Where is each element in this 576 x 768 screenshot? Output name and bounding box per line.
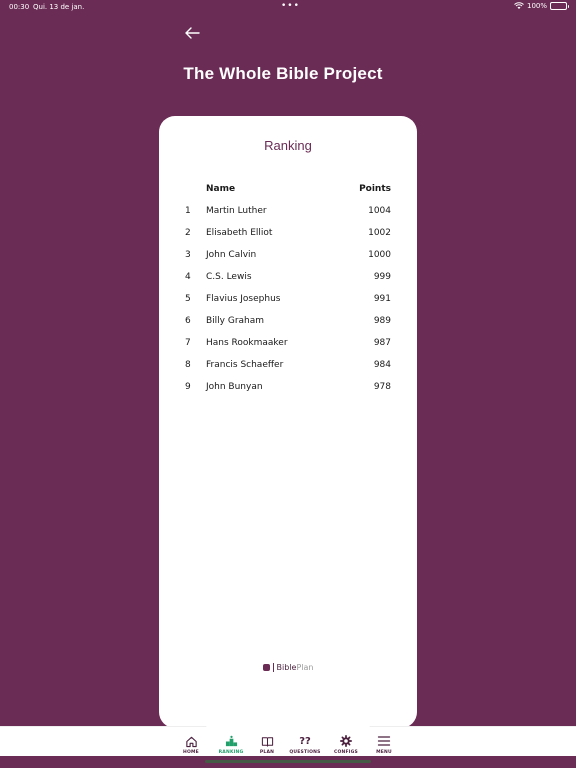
menu-icon	[377, 734, 391, 748]
bibleplan-logo: Bible Plan	[159, 663, 417, 672]
table-header: Name Points	[159, 178, 417, 200]
rank-cell: 9	[185, 382, 191, 392]
back-button[interactable]	[182, 25, 202, 41]
page-title: The Whole Bible Project	[183, 64, 383, 83]
table-row: 4 C.S. Lewis 999	[159, 266, 417, 288]
column-header-points: Points	[359, 184, 391, 194]
table-row: 9 John Bunyan 978	[159, 376, 417, 398]
points-cell: 978	[373, 382, 391, 392]
tab-plan[interactable]: PLAN	[247, 729, 287, 755]
status-time: 00:30	[9, 3, 30, 11]
ranking-table: Name Points 1 Martin Luther 1004 2 Elisa…	[159, 178, 417, 398]
points-cell: 1004	[368, 206, 391, 216]
table-row: 6 Billy Graham 989	[159, 310, 417, 332]
points-cell: 1002	[368, 228, 391, 238]
status-right: 100%	[514, 2, 569, 10]
rank-cell: 7	[185, 338, 191, 348]
arrow-left-icon	[185, 27, 200, 39]
rank-cell: 4	[185, 272, 191, 282]
tab-label: PLAN	[259, 750, 275, 755]
table-row: 3 John Calvin 1000	[159, 244, 417, 266]
name-cell: Francis Schaeffer	[206, 360, 284, 370]
table-row: 2 Elisabeth Elliot 1002	[159, 222, 417, 244]
tab-home[interactable]: HOME	[171, 729, 211, 755]
tab-ranking[interactable]: RANKING	[211, 729, 251, 755]
points-cell: 987	[373, 338, 391, 348]
points-cell: 989	[373, 316, 391, 326]
multitask-dots[interactable]: •••	[281, 1, 300, 11]
rank-cell: 8	[185, 360, 191, 370]
brand-part-2: Plan	[296, 663, 314, 672]
table-row: 8 Francis Schaeffer 984	[159, 354, 417, 376]
name-cell: John Calvin	[206, 250, 257, 260]
tab-questions[interactable]: ?? QUESTIONS	[285, 729, 325, 756]
table-row: 5 Flavius Josephus 991	[159, 288, 417, 310]
brand-part-1: Bible	[276, 663, 297, 672]
podium-icon	[224, 734, 238, 748]
tab-label: CONFIGS	[334, 750, 358, 755]
card-title: Ranking	[264, 138, 312, 153]
rank-cell: 1	[185, 206, 191, 216]
tab-label: HOME	[183, 750, 199, 755]
points-cell: 1000	[368, 250, 391, 260]
table-row: 1 Martin Luther 1004	[159, 200, 417, 222]
rank-cell: 5	[185, 294, 191, 304]
name-cell: Billy Graham	[206, 316, 265, 326]
name-cell: Flavius Josephus	[206, 294, 281, 304]
column-header-name: Name	[206, 184, 236, 194]
gear-icon	[339, 734, 353, 748]
tab-label: RANKING	[218, 750, 244, 755]
battery-percent: 100%	[526, 2, 547, 10]
table-row: 7 Hans Rookmaaker 987	[159, 332, 417, 354]
points-cell: 999	[373, 272, 391, 282]
wifi-icon	[514, 2, 524, 9]
name-cell: Hans Rookmaaker	[206, 338, 288, 348]
home-indicator[interactable]	[205, 760, 371, 763]
bottom-tab-bar: HOME RANKING PLAN ?? QUESTIONS CONFIGS M…	[0, 720, 576, 756]
book-icon	[260, 734, 274, 748]
logo-mark-icon	[262, 664, 270, 671]
points-cell: 991	[373, 294, 391, 304]
name-cell: John Bunyan	[206, 382, 263, 392]
tab-menu[interactable]: MENU	[364, 729, 404, 755]
battery-icon	[550, 2, 569, 10]
tab-label: QUESTIONS	[289, 750, 321, 755]
tab-label: MENU	[376, 750, 392, 755]
home-icon	[184, 734, 198, 748]
rank-cell: 3	[185, 250, 191, 260]
ranking-card: Ranking Name Points 1 Martin Luther 1004…	[159, 116, 417, 728]
question-icon: ??	[299, 735, 311, 747]
name-cell: Martin Luther	[206, 206, 267, 216]
status-bar: 00:30 Qui. 13 de jan. ••• 100%	[0, 0, 576, 14]
name-cell: C.S. Lewis	[206, 272, 252, 282]
logo-divider	[272, 663, 274, 672]
name-cell: Elisabeth Elliot	[206, 228, 273, 238]
points-cell: 984	[373, 360, 391, 370]
status-date: Qui. 13 de jan.	[33, 3, 85, 11]
rank-cell: 2	[185, 228, 191, 238]
tab-configs[interactable]: CONFIGS	[326, 729, 366, 755]
rank-cell: 6	[185, 316, 191, 326]
